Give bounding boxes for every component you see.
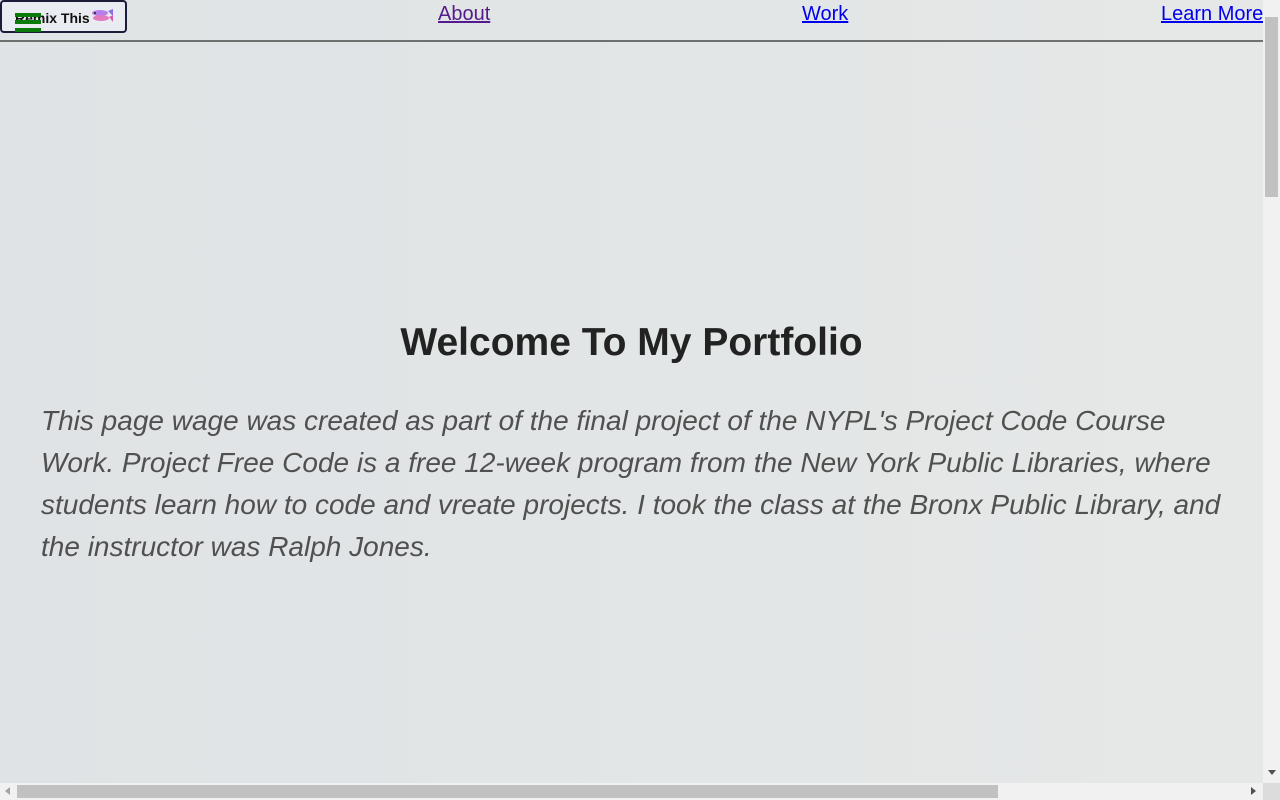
- hamburger-icon: [15, 13, 41, 32]
- remix-button[interactable]: Remix This: [0, 0, 127, 33]
- nav-learn-more-link[interactable]: Learn More: [1161, 3, 1263, 25]
- intro-paragraph: This page wage was created as part of th…: [41, 405, 1221, 562]
- scroll-down-arrow-icon[interactable]: [1268, 770, 1276, 775]
- vertical-scrollbar[interactable]: [1263, 0, 1280, 783]
- navbar: Remix This About Work Learn More: [0, 0, 1263, 42]
- page-viewport: Remix This About Work Learn More Welcome…: [0, 0, 1263, 783]
- horizontal-scroll-thumb[interactable]: [17, 785, 998, 798]
- nav-work-link[interactable]: Work: [802, 3, 848, 25]
- vertical-scroll-thumb[interactable]: [1265, 17, 1278, 197]
- scroll-left-arrow-icon[interactable]: [5, 787, 10, 795]
- fish-icon: [92, 9, 113, 22]
- scroll-right-arrow-icon[interactable]: [1251, 787, 1256, 795]
- scrollbar-corner: [1263, 783, 1280, 800]
- page-title: Welcome To My Portfolio: [400, 321, 863, 364]
- nav-about-link[interactable]: About: [438, 3, 490, 25]
- horizontal-scrollbar[interactable]: [0, 783, 1263, 800]
